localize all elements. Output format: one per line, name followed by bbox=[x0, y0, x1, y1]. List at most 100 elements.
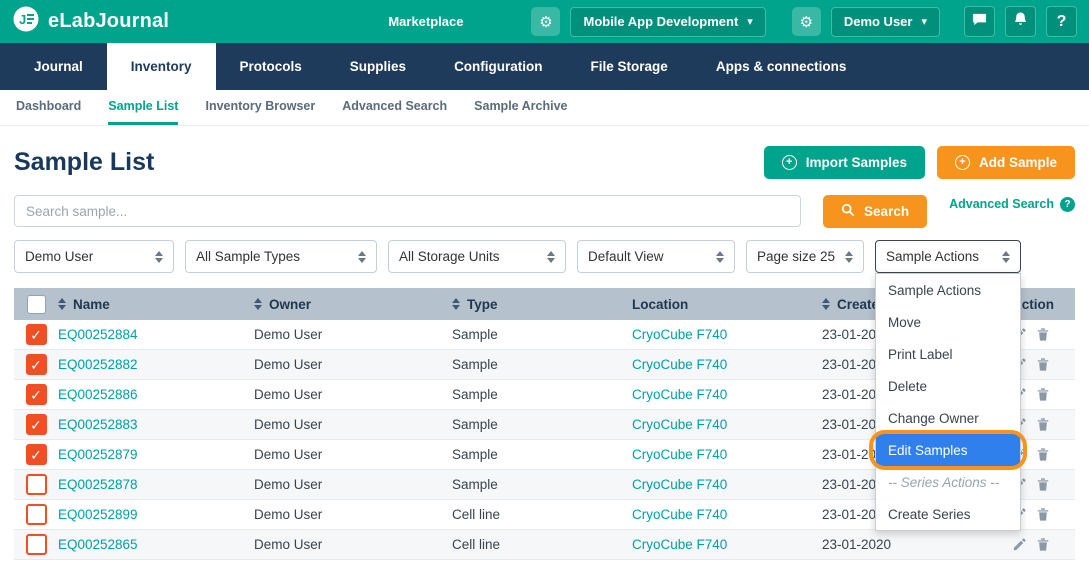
search-button[interactable]: Search bbox=[823, 195, 927, 228]
logo-icon: J bbox=[12, 5, 40, 39]
nav-item[interactable]: Supplies bbox=[326, 43, 430, 90]
delete-icon[interactable] bbox=[1036, 357, 1050, 372]
select-all-checkbox[interactable] bbox=[27, 295, 46, 314]
page-title: Sample List bbox=[14, 148, 154, 177]
sort-icon bbox=[58, 298, 66, 310]
location-link[interactable]: CryoCube F740 bbox=[632, 417, 727, 432]
subnav-item[interactable]: Advanced Search bbox=[342, 90, 447, 125]
row-checkbox[interactable]: ✓ bbox=[26, 504, 47, 525]
help-button[interactable]: ? bbox=[1046, 6, 1077, 37]
row-checkbox[interactable]: ✓ bbox=[26, 534, 47, 555]
workspace-dropdown[interactable]: Mobile App Development ▾ bbox=[570, 7, 765, 37]
column-header-type[interactable]: Type bbox=[452, 297, 632, 312]
nav-item[interactable]: Apps & connections bbox=[692, 43, 871, 90]
delete-icon[interactable] bbox=[1036, 507, 1050, 522]
column-header-owner[interactable]: Owner bbox=[254, 297, 452, 312]
nav-item[interactable]: Inventory bbox=[107, 43, 216, 90]
row-checkbox[interactable]: ✓ bbox=[26, 414, 47, 435]
location-link[interactable]: CryoCube F740 bbox=[632, 387, 727, 402]
location-link[interactable]: CryoCube F740 bbox=[632, 357, 727, 372]
sample-type-filter-select[interactable]: All Sample Types bbox=[185, 240, 377, 273]
edit-icon[interactable] bbox=[1012, 537, 1027, 552]
add-sample-button[interactable]: + Add Sample bbox=[937, 146, 1075, 179]
plus-icon: + bbox=[955, 155, 970, 170]
location-link[interactable]: CryoCube F740 bbox=[632, 327, 727, 342]
table-row: ✓ EQ00252865 Demo User Cell line CryoCub… bbox=[14, 530, 1075, 560]
row-checkbox[interactable]: ✓ bbox=[26, 444, 47, 465]
row-checkbox[interactable]: ✓ bbox=[26, 354, 47, 375]
owner-cell: Demo User bbox=[254, 417, 452, 432]
sample-id-link[interactable]: EQ00252878 bbox=[58, 477, 138, 492]
storage-unit-filter-select[interactable]: All Storage Units bbox=[388, 240, 566, 273]
delete-icon[interactable] bbox=[1036, 387, 1050, 402]
import-samples-button[interactable]: + Import Samples bbox=[764, 146, 925, 179]
delete-icon[interactable] bbox=[1036, 537, 1050, 552]
check-icon: ✓ bbox=[30, 418, 42, 432]
sample-id-link[interactable]: EQ00252884 bbox=[58, 327, 138, 342]
column-header-location: Location bbox=[632, 297, 822, 312]
type-cell: Cell line bbox=[452, 507, 632, 522]
type-cell: Cell line bbox=[452, 537, 632, 552]
user-dropdown[interactable]: Demo User ▾ bbox=[831, 7, 940, 37]
subnav-item[interactable]: Dashboard bbox=[16, 90, 81, 125]
sample-actions-select[interactable]: Sample Actions bbox=[875, 240, 1021, 273]
search-input[interactable] bbox=[14, 195, 801, 227]
delete-icon[interactable] bbox=[1036, 447, 1050, 462]
bell-icon bbox=[1013, 11, 1028, 32]
owner-filter-select[interactable]: Demo User bbox=[14, 240, 174, 273]
top-bar: J eLabJournal Marketplace ⚙ Mobile App D… bbox=[0, 0, 1089, 43]
sample-id-link[interactable]: EQ00252883 bbox=[58, 417, 138, 432]
check-icon: ✓ bbox=[30, 358, 42, 372]
view-filter-select[interactable]: Default View bbox=[577, 240, 735, 273]
page-size-select[interactable]: Page size 25 bbox=[746, 240, 864, 273]
nav-item[interactable]: Configuration bbox=[430, 43, 566, 90]
feedback-button[interactable] bbox=[964, 6, 995, 37]
subnav-item[interactable]: Inventory Browser bbox=[205, 90, 315, 125]
notifications-button[interactable] bbox=[1005, 6, 1036, 37]
sample-id-link[interactable]: EQ00252865 bbox=[58, 537, 138, 552]
help-question-icon[interactable]: ? bbox=[1060, 197, 1075, 212]
nav-item[interactable]: File Storage bbox=[567, 43, 692, 90]
sample-id-link[interactable]: EQ00252882 bbox=[58, 357, 138, 372]
delete-icon[interactable] bbox=[1036, 327, 1050, 342]
sample-id-link[interactable]: EQ00252879 bbox=[58, 447, 138, 462]
row-checkbox[interactable]: ✓ bbox=[26, 474, 47, 495]
question-icon: ? bbox=[1057, 13, 1067, 31]
app-logo[interactable]: J eLabJournal bbox=[12, 5, 169, 39]
menu-item[interactable]: Create Series bbox=[876, 498, 1020, 530]
menu-item[interactable]: Sample Actions bbox=[876, 274, 1020, 306]
sample-id-link[interactable]: EQ00252886 bbox=[58, 387, 138, 402]
menu-item[interactable]: Change Owner bbox=[876, 402, 1020, 434]
menu-item[interactable]: Move bbox=[876, 306, 1020, 338]
svg-text:J: J bbox=[19, 12, 26, 27]
sample-actions-menu: Sample Actions Move Print Label Delete C… bbox=[875, 273, 1021, 531]
advanced-search-link[interactable]: Advanced Search bbox=[949, 197, 1054, 211]
menu-item[interactable]: -- Series Actions -- bbox=[876, 466, 1020, 498]
sort-icon bbox=[822, 298, 830, 310]
subnav-item[interactable]: Sample List bbox=[108, 90, 178, 125]
location-link[interactable]: CryoCube F740 bbox=[632, 447, 727, 462]
location-link[interactable]: CryoCube F740 bbox=[632, 537, 727, 552]
location-link[interactable]: CryoCube F740 bbox=[632, 477, 727, 492]
delete-icon[interactable] bbox=[1036, 477, 1050, 492]
sample-id-link[interactable]: EQ00252899 bbox=[58, 507, 138, 522]
marketplace-link[interactable]: Marketplace bbox=[388, 14, 463, 29]
menu-item[interactable]: Delete bbox=[876, 370, 1020, 402]
nav-item[interactable]: Protocols bbox=[216, 43, 326, 90]
nav-item[interactable]: Journal bbox=[10, 43, 107, 90]
type-cell: Sample bbox=[452, 477, 632, 492]
menu-item[interactable]: Print Label bbox=[876, 338, 1020, 370]
workspace-gear-icon[interactable]: ⚙ bbox=[531, 7, 560, 36]
type-cell: Sample bbox=[452, 417, 632, 432]
row-checkbox[interactable]: ✓ bbox=[26, 384, 47, 405]
select-arrows-icon bbox=[716, 251, 724, 263]
owner-cell: Demo User bbox=[254, 507, 452, 522]
subnav-item[interactable]: Sample Archive bbox=[474, 90, 567, 125]
menu-item[interactable]: Edit Samples bbox=[876, 434, 1020, 466]
column-header-name[interactable]: Name bbox=[58, 297, 254, 312]
delete-icon[interactable] bbox=[1036, 417, 1050, 432]
row-checkbox[interactable]: ✓ bbox=[26, 324, 47, 345]
location-link[interactable]: CryoCube F740 bbox=[632, 507, 727, 522]
check-icon: ✓ bbox=[30, 388, 42, 402]
user-gear-icon[interactable]: ⚙ bbox=[792, 7, 821, 36]
